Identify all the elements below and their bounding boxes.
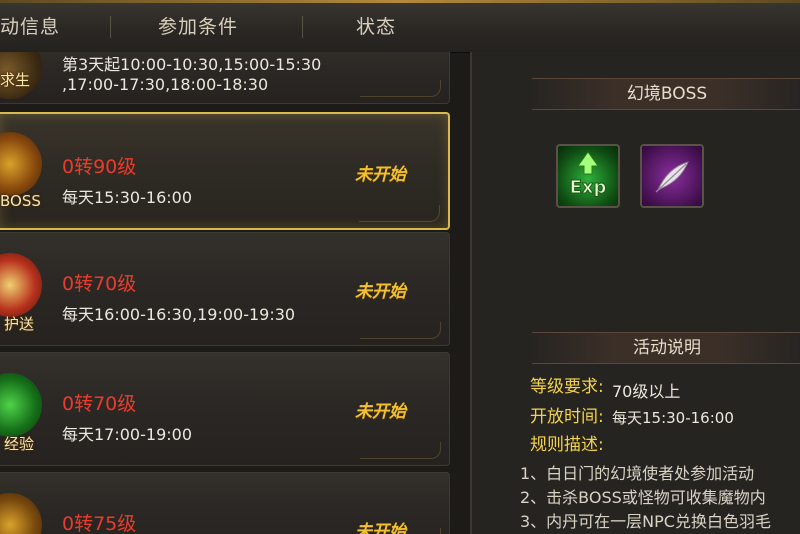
status-badge: 未开始: [355, 282, 406, 302]
icon-label: 经验: [4, 435, 35, 453]
tab-divider: [110, 16, 111, 38]
tab-activity-info[interactable]: 动信息: [0, 12, 60, 39]
status-badge: 未开始: [355, 165, 406, 185]
rules-list: 1、白日门的幻境使者处参加活动 2、击杀BOSS或怪物可收集魔物内 3、内丹可在…: [472, 52, 800, 534]
icon-label: 护送: [4, 315, 35, 333]
activity-time: 第3天起10:00-10:30,15:00-15:30: [62, 55, 322, 74]
activity-level: 0转70级: [62, 393, 137, 415]
rule-line: 2、击杀BOSS或怪物可收集魔物内: [520, 488, 766, 507]
activity-row-next[interactable]: 0转75级 未开始: [0, 472, 450, 534]
activity-row-survival[interactable]: 求生 第3天起10:00-10:30,15:00-15:30 ,17:00-17…: [0, 52, 450, 104]
tab-header: 动信息 参加条件 状态: [0, 0, 800, 53]
activity-row-experience[interactable]: 经验 0转70级 每天17:00-19:00 未开始: [0, 352, 450, 466]
escort-icon: [0, 253, 42, 317]
activity-icon: [0, 493, 42, 534]
header-rim: [0, 0, 800, 3]
activity-level: 0转70级: [62, 273, 137, 295]
activity-detail-panel: 幻境BOSS Exp 活动说明 等级要求: 70级以上 开放时间: 每天15:3…: [470, 52, 800, 534]
activity-time: ,17:00-17:30,18:00-18:30: [62, 75, 269, 94]
status-badge: 未开始: [355, 402, 406, 422]
activity-level: 0转75级: [62, 513, 137, 534]
tab-status[interactable]: 状态: [356, 12, 396, 39]
exp-icon: [0, 373, 42, 437]
status-badge: 未开始: [355, 522, 406, 534]
activity-list: 求生 第3天起10:00-10:30,15:00-15:30 ,17:00-17…: [0, 52, 460, 534]
activity-level: 0转90级: [62, 156, 137, 178]
rule-line: 1、白日门的幻境使者处参加活动: [520, 464, 755, 483]
icon-label: BOSS: [0, 192, 41, 210]
activity-row-escort[interactable]: 护送 0转70级 每天16:00-16:30,19:00-19:30 未开始: [0, 232, 450, 346]
activity-time: 每天16:00-16:30,19:00-19:30: [62, 305, 296, 324]
icon-label: 求生: [0, 71, 31, 89]
boss-icon: [0, 132, 42, 196]
activity-time: 每天15:30-16:00: [62, 188, 192, 207]
activity-row-boss[interactable]: BOSS 0转90级 每天15:30-16:00 未开始: [0, 112, 450, 230]
tab-requirements[interactable]: 参加条件: [158, 12, 238, 39]
activity-time: 每天17:00-19:00: [62, 425, 192, 444]
rule-line: 3、内丹可在一层NPC兑换白色羽毛: [520, 512, 771, 531]
tab-divider: [302, 16, 303, 38]
